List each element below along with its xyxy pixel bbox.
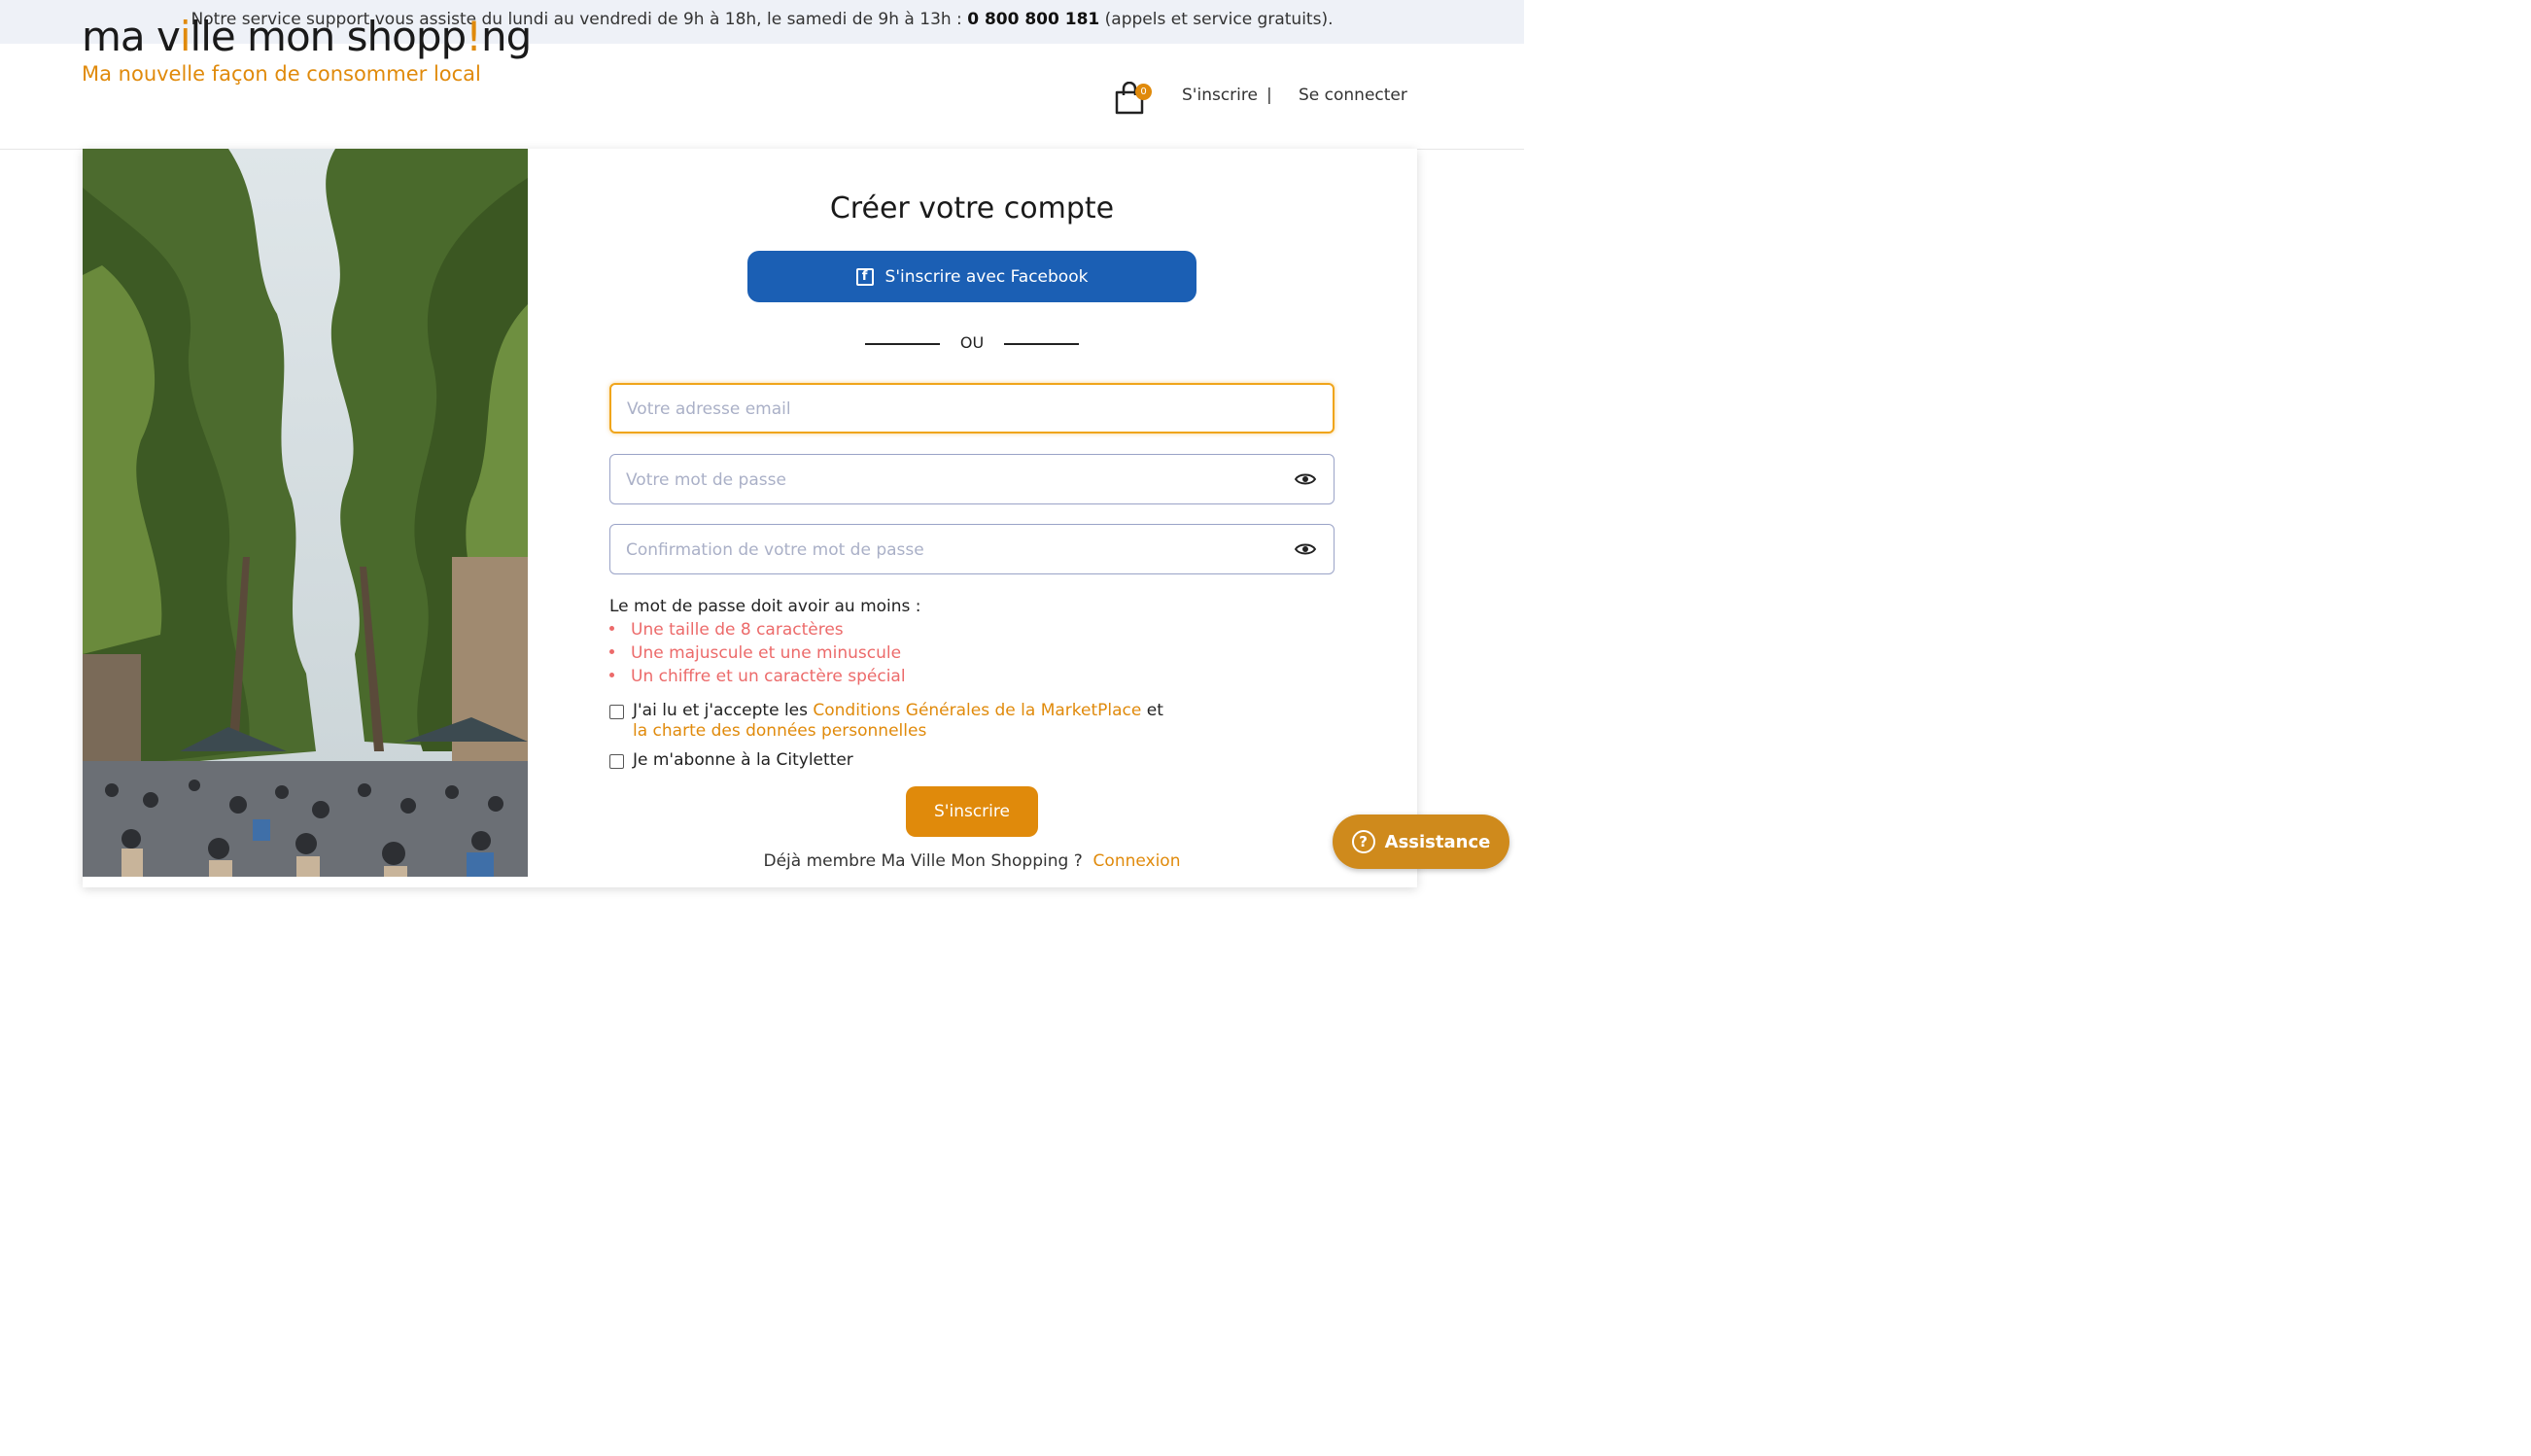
cart-count-badge: 0 bbox=[1135, 84, 1152, 100]
bullet bbox=[609, 673, 614, 677]
email-input[interactable] bbox=[625, 385, 1290, 433]
page-title: Créer votre compte bbox=[829, 191, 1115, 225]
support-text-end: (appels et service gratuits). bbox=[1099, 10, 1334, 29]
password-rule: Une majuscule et une minuscule bbox=[609, 643, 901, 663]
facebook-signup-button[interactable]: f S'inscrire avec Facebook bbox=[747, 251, 1196, 302]
assistance-label: Assistance bbox=[1384, 831, 1491, 852]
password-input[interactable] bbox=[624, 455, 1289, 505]
logo-text-i: i bbox=[179, 13, 191, 60]
bullet bbox=[609, 649, 614, 654]
login-link[interactable]: Se connecter bbox=[1299, 86, 1407, 105]
password-rule: Une taille de 8 caractères bbox=[609, 620, 844, 640]
divider-right bbox=[1004, 343, 1079, 345]
eye-icon[interactable] bbox=[1295, 471, 1316, 487]
assistance-button[interactable]: ? Assistance bbox=[1333, 815, 1509, 869]
confirm-password-field[interactable] bbox=[609, 524, 1335, 575]
support-phone: 0 800 800 181 bbox=[967, 10, 1100, 29]
password-field[interactable] bbox=[609, 454, 1335, 505]
confirm-password-input[interactable] bbox=[624, 525, 1289, 575]
email-field[interactable] bbox=[609, 383, 1335, 433]
signup-link[interactable]: S'inscrire bbox=[1182, 86, 1258, 105]
facebook-button-label: S'inscrire avec Facebook bbox=[884, 266, 1089, 287]
already-member-line: Déjà membre Ma Ville Mon Shopping ? Conn… bbox=[609, 851, 1335, 871]
rule-text: Une taille de 8 caractères bbox=[631, 620, 844, 640]
site-logo[interactable]: ma ville mon shopp!ng bbox=[82, 13, 532, 60]
terms-label: J'ai lu et j'accepte les Conditions Géné… bbox=[633, 701, 1163, 742]
already-member-text: Déjà membre Ma Ville Mon Shopping ? bbox=[763, 851, 1083, 871]
header-separator: | bbox=[1266, 86, 1272, 105]
rule-text: Une majuscule et une minuscule bbox=[631, 643, 902, 663]
help-icon: ? bbox=[1351, 830, 1375, 853]
or-label: OU bbox=[959, 333, 985, 352]
logo-text-2: lle mon shopp bbox=[190, 13, 468, 60]
eye-icon[interactable] bbox=[1295, 541, 1316, 557]
street-photo bbox=[83, 149, 528, 877]
terms-link[interactable]: Conditions Générales de la MarketPlace bbox=[813, 701, 1141, 720]
password-rule: Un chiffre et un caractère spécial bbox=[609, 667, 906, 686]
logo-text-excl: ! bbox=[466, 13, 482, 60]
privacy-link[interactable]: la charte des données personnelles bbox=[633, 721, 926, 741]
terms-checkbox[interactable] bbox=[609, 705, 624, 719]
signup-submit-button[interactable]: S'inscrire bbox=[906, 786, 1038, 837]
terms-prefix: J'ai lu et j'accepte les bbox=[633, 701, 814, 720]
logo-text-3: ng bbox=[481, 13, 532, 60]
facebook-icon: f bbox=[855, 267, 874, 286]
rule-text: Un chiffre et un caractère spécial bbox=[631, 667, 906, 686]
connexion-link[interactable]: Connexion bbox=[1093, 851, 1181, 871]
terms-middle: et bbox=[1141, 701, 1163, 720]
newsletter-checkbox[interactable] bbox=[609, 754, 624, 769]
logo-text-1: ma v bbox=[82, 13, 181, 60]
password-rules-title: Le mot de passe doit avoir au moins : bbox=[609, 597, 921, 616]
bullet bbox=[609, 626, 614, 631]
divider-left bbox=[865, 343, 940, 345]
newsletter-label: Je m'abonne à la Cityletter bbox=[633, 750, 853, 770]
logo-tagline: Ma nouvelle façon de consommer local bbox=[82, 62, 481, 86]
